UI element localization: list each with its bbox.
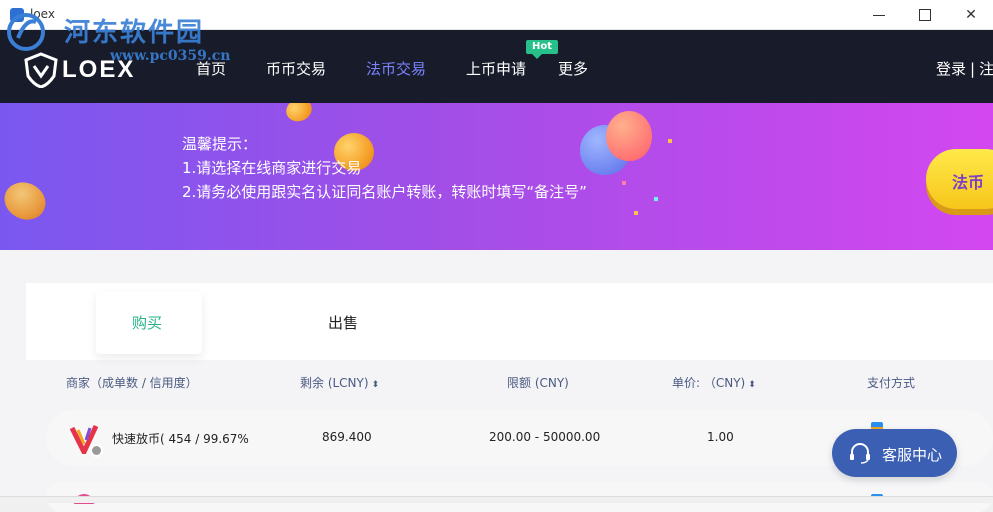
- customer-service-label: 客服中心: [882, 446, 943, 464]
- column-header-merchant: 商家（成单数 / 信用度）: [66, 376, 198, 390]
- loex-logo-icon[interactable]: [24, 52, 58, 88]
- nav-fiat-trading[interactable]: 法币交易: [366, 58, 426, 79]
- horizontal-scrollbar[interactable]: [0, 496, 993, 503]
- limit-value: 200.00 - 50000.00: [489, 430, 601, 444]
- maximize-button[interactable]: [902, 0, 948, 30]
- column-header-payment: 支付方式: [867, 376, 916, 390]
- login-link[interactable]: 登录: [936, 60, 966, 78]
- balloon-icon: [606, 111, 652, 161]
- promo-banner: 温馨提示： 1.请选择在线商家进行交易 2.请务必使用跟实名认证同名账户转账，转…: [0, 103, 993, 250]
- headset-icon: [850, 443, 870, 464]
- nav-more[interactable]: 更多: [558, 58, 588, 79]
- confetti-icon: [654, 197, 658, 201]
- watermark-logo-icon: [7, 13, 45, 51]
- online-status-icon: [90, 444, 103, 457]
- column-header-price-label: 单价: （CNY): [672, 376, 746, 390]
- price-value: 1.00: [707, 430, 734, 444]
- nav-listing-application[interactable]: 上币申请: [466, 58, 526, 79]
- auth-links: 登录 | 注: [936, 58, 993, 79]
- tab-sell[interactable]: 出售: [328, 312, 358, 333]
- sort-icon[interactable]: ⬍: [372, 380, 380, 390]
- coin-icon: [283, 103, 315, 125]
- column-header-limit: 限额 (CNY): [507, 376, 569, 390]
- remain-value: 869.400: [322, 430, 372, 444]
- banner-tip-title: 温馨提示：: [182, 135, 258, 153]
- confetti-icon: [634, 211, 638, 215]
- register-link[interactable]: 注: [979, 60, 993, 78]
- confetti-icon: [622, 181, 626, 185]
- fiat-banner-button[interactable]: 法币: [926, 149, 993, 209]
- banner-tip-1: 1.请选择在线商家进行交易: [182, 159, 362, 177]
- column-header-remain[interactable]: 剩余 (LCNY) ⬍: [300, 374, 379, 391]
- nav-coin-trading[interactable]: 币币交易: [266, 58, 326, 79]
- coin-icon: [0, 175, 52, 227]
- column-header-price[interactable]: 单价: （CNY) ⬍: [672, 374, 756, 391]
- tab-buy-label: 购买: [132, 314, 163, 332]
- auth-separator: |: [970, 60, 976, 78]
- merchant-name[interactable]: 快速放币( 454 / 99.67%: [112, 430, 249, 447]
- hot-badge: Hot: [526, 40, 558, 59]
- minimize-button[interactable]: [856, 0, 902, 30]
- confetti-icon: [668, 139, 672, 143]
- watermark-text: 河东软件园: [64, 18, 205, 48]
- sort-icon[interactable]: ⬍: [748, 380, 756, 390]
- fiat-banner-label: 法币: [952, 173, 985, 192]
- close-button[interactable]: ✕: [948, 0, 993, 30]
- column-header-remain-label: 剩余 (LCNY): [300, 376, 369, 390]
- watermark-url: www.pc0359.cn: [110, 48, 231, 64]
- banner-tip-2: 2.请务必使用跟实名认证同名账户转账，转账时填写“备注号”: [182, 183, 587, 201]
- tab-buy[interactable]: 购买: [96, 292, 202, 354]
